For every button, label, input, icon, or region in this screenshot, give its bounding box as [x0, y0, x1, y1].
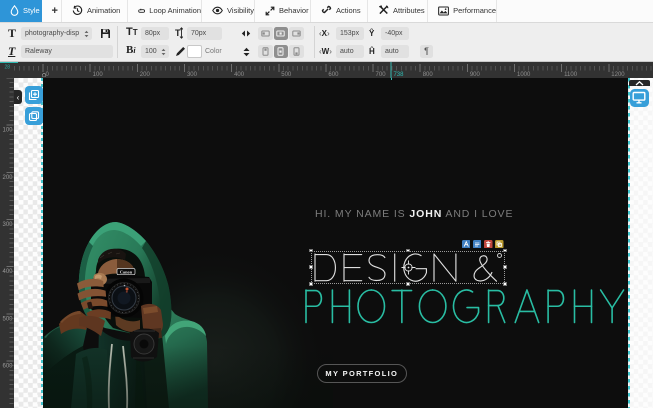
svg-text:200: 200: [2, 175, 13, 181]
svg-text:Canon: Canon: [119, 269, 132, 274]
svg-text:100: 100: [2, 128, 13, 134]
svg-text:600: 600: [2, 363, 13, 369]
svg-text:500: 500: [2, 316, 13, 322]
svg-text:300: 300: [2, 222, 13, 228]
svg-text:400: 400: [2, 269, 13, 275]
svg-text:28: 28: [5, 65, 11, 71]
